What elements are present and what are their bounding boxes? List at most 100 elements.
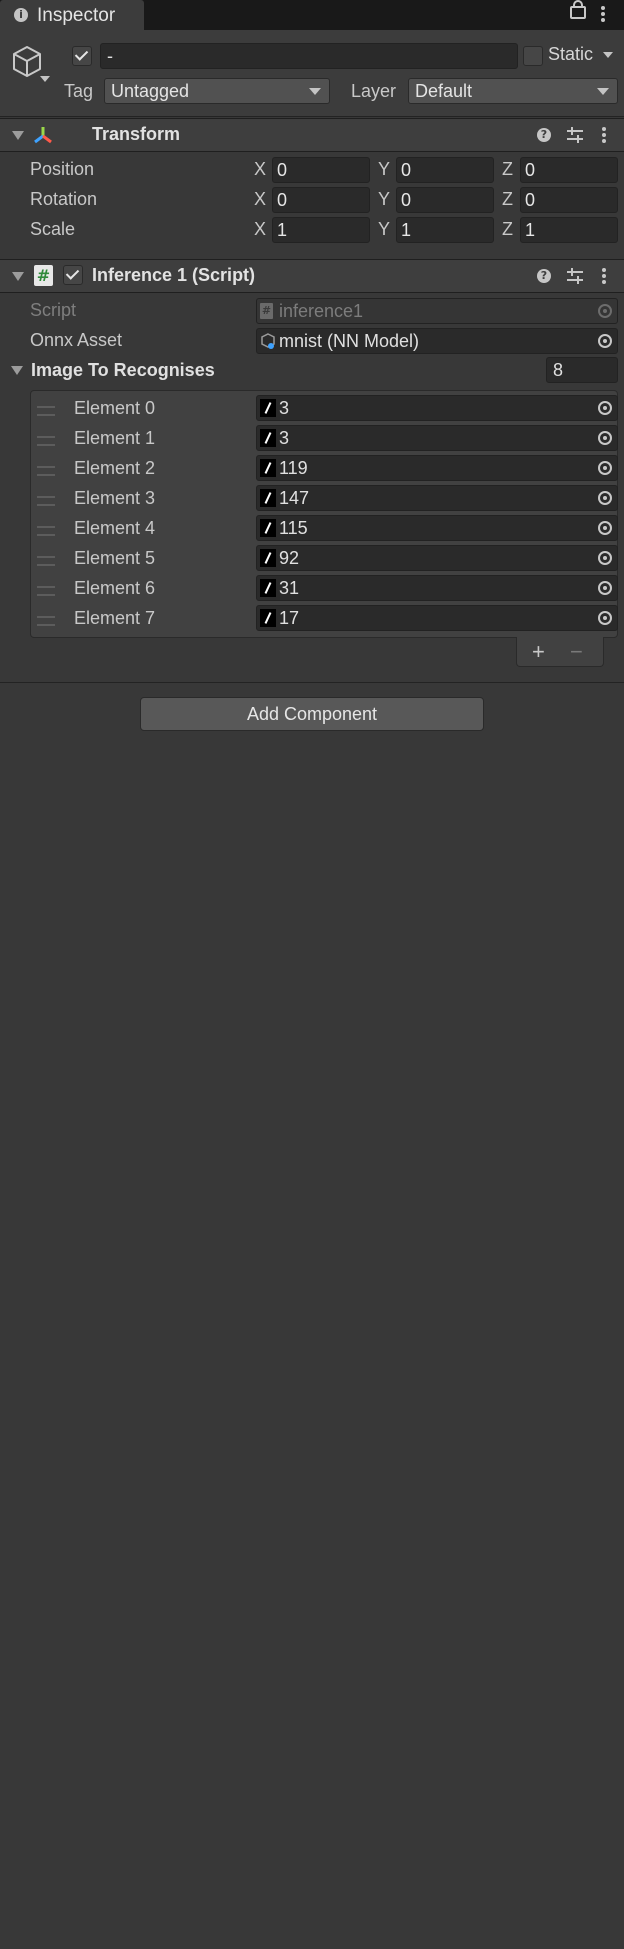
script-label: Script	[30, 300, 77, 320]
object-picker-icon[interactable]	[598, 401, 612, 415]
icon-dropdown-arrow[interactable]	[40, 76, 50, 82]
element-field[interactable]: 119	[256, 455, 618, 481]
gameobject-header: - Static Tag Untagged Layer Default	[0, 30, 624, 117]
list-label[interactable]: Image To Recognises	[31, 360, 215, 381]
foldout-arrow-icon[interactable]	[12, 131, 24, 140]
digit-thumbnail	[260, 579, 276, 597]
transform-header[interactable]: Transform ?	[0, 118, 624, 152]
help-icon[interactable]: ?	[537, 269, 551, 283]
element-field[interactable]: 31	[256, 575, 618, 601]
script-value: inference1	[279, 301, 364, 321]
lock-icon[interactable]	[570, 0, 586, 19]
presets-icon[interactable]	[567, 268, 583, 284]
static-label[interactable]: Static	[548, 44, 593, 65]
drag-handle-icon[interactable]	[37, 616, 55, 626]
digit-thumbnail	[260, 399, 276, 417]
script-component-header[interactable]: # Inference 1 (Script) ?	[0, 259, 624, 293]
tag-label: Tag	[64, 81, 94, 101]
digit-thumbnail	[260, 609, 276, 627]
drag-handle-icon[interactable]	[37, 466, 55, 476]
add-element-button[interactable]: +	[532, 639, 545, 665]
transform-title: Transform	[92, 124, 181, 144]
axis-z-label[interactable]: Z	[502, 189, 513, 210]
object-picker-icon[interactable]	[598, 581, 612, 595]
element-label: Element 6	[74, 578, 156, 598]
digit-thumbnail	[260, 489, 276, 507]
tag-value: Untagged	[111, 81, 190, 101]
drag-handle-icon[interactable]	[37, 526, 55, 536]
axis-x-label[interactable]: X	[254, 189, 266, 210]
object-picker-icon[interactable]	[598, 334, 612, 348]
object-picker-icon[interactable]	[598, 491, 612, 505]
tab-inspector[interactable]: i Inspector	[0, 0, 144, 30]
element-field[interactable]: 147	[256, 485, 618, 511]
element-field[interactable]: 115	[256, 515, 618, 541]
component-menu-icon[interactable]	[602, 127, 606, 143]
scale-x-input[interactable]: 1	[272, 217, 370, 243]
static-dropdown-arrow[interactable]	[603, 52, 613, 58]
element-label: Element 4	[74, 518, 156, 538]
foldout-arrow-icon[interactable]	[12, 272, 24, 281]
drag-handle-icon[interactable]	[37, 556, 55, 566]
axis-y-label[interactable]: Y	[378, 189, 390, 210]
object-picker-icon[interactable]	[598, 461, 612, 475]
script-file-icon: #	[260, 303, 273, 319]
scale-z-input[interactable]: 1	[520, 217, 618, 243]
axis-z-label[interactable]: Z	[502, 159, 513, 180]
element-value: 31	[279, 578, 300, 598]
list-foldout-arrow-icon[interactable]	[11, 366, 23, 375]
drag-handle-icon[interactable]	[37, 436, 55, 446]
drag-handle-icon[interactable]	[37, 586, 55, 596]
layer-dropdown[interactable]: Default	[408, 78, 618, 104]
chevron-down-icon	[309, 88, 321, 95]
help-icon[interactable]: ?	[537, 128, 551, 142]
element-label: Element 1	[74, 428, 156, 448]
axis-z-label[interactable]: Z	[502, 219, 513, 240]
element-value: 3	[279, 428, 290, 448]
active-checkbox[interactable]	[72, 46, 92, 66]
remove-element-button[interactable]: −	[570, 639, 583, 665]
gameobject-name-input[interactable]: -	[100, 43, 518, 69]
script-enabled-checkbox[interactable]	[63, 265, 83, 285]
rotation-y-input[interactable]: 0	[396, 187, 494, 213]
axis-x-label[interactable]: X	[254, 159, 266, 180]
position-label: Position	[30, 159, 95, 179]
tag-dropdown[interactable]: Untagged	[104, 78, 330, 104]
object-picker-icon[interactable]	[598, 521, 612, 535]
script-component-title: Inference 1 (Script)	[92, 265, 256, 285]
more-options-icon[interactable]	[601, 6, 605, 22]
rotation-label: Rotation	[30, 189, 98, 209]
component-menu-icon[interactable]	[602, 268, 606, 284]
position-x-input[interactable]: 0	[272, 157, 370, 183]
element-field[interactable]: 92	[256, 545, 618, 571]
position-y-input[interactable]: 0	[396, 157, 494, 183]
object-picker-icon[interactable]	[598, 551, 612, 565]
static-checkbox[interactable]	[523, 46, 543, 66]
element-field[interactable]: 3	[256, 395, 618, 421]
gameobject-cube-icon[interactable]	[10, 44, 44, 78]
onnx-asset-field[interactable]: mnist (NN Model)	[256, 328, 618, 354]
element-field[interactable]: 17	[256, 605, 618, 631]
tab-label: Inspector	[37, 5, 116, 26]
rotation-x-input[interactable]: 0	[272, 187, 370, 213]
scale-y-input[interactable]: 1	[396, 217, 494, 243]
position-z-input[interactable]: 0	[520, 157, 618, 183]
drag-handle-icon[interactable]	[37, 406, 55, 416]
axis-y-label[interactable]: Y	[378, 219, 390, 240]
presets-icon[interactable]	[567, 127, 583, 143]
object-picker-icon[interactable]	[598, 431, 612, 445]
divider	[0, 682, 624, 683]
element-field[interactable]: 3	[256, 425, 618, 451]
element-label: Element 3	[74, 488, 156, 508]
element-value: 147	[279, 488, 310, 508]
axis-y-label[interactable]: Y	[378, 159, 390, 180]
axis-x-label[interactable]: X	[254, 219, 266, 240]
element-value: 119	[279, 458, 308, 478]
info-icon: i	[14, 8, 28, 22]
digit-thumbnail	[260, 429, 276, 447]
rotation-z-input[interactable]: 0	[520, 187, 618, 213]
drag-handle-icon[interactable]	[37, 496, 55, 506]
list-size-input[interactable]: 8	[546, 357, 618, 383]
add-component-button[interactable]: Add Component	[140, 697, 484, 731]
object-picker-icon[interactable]	[598, 611, 612, 625]
